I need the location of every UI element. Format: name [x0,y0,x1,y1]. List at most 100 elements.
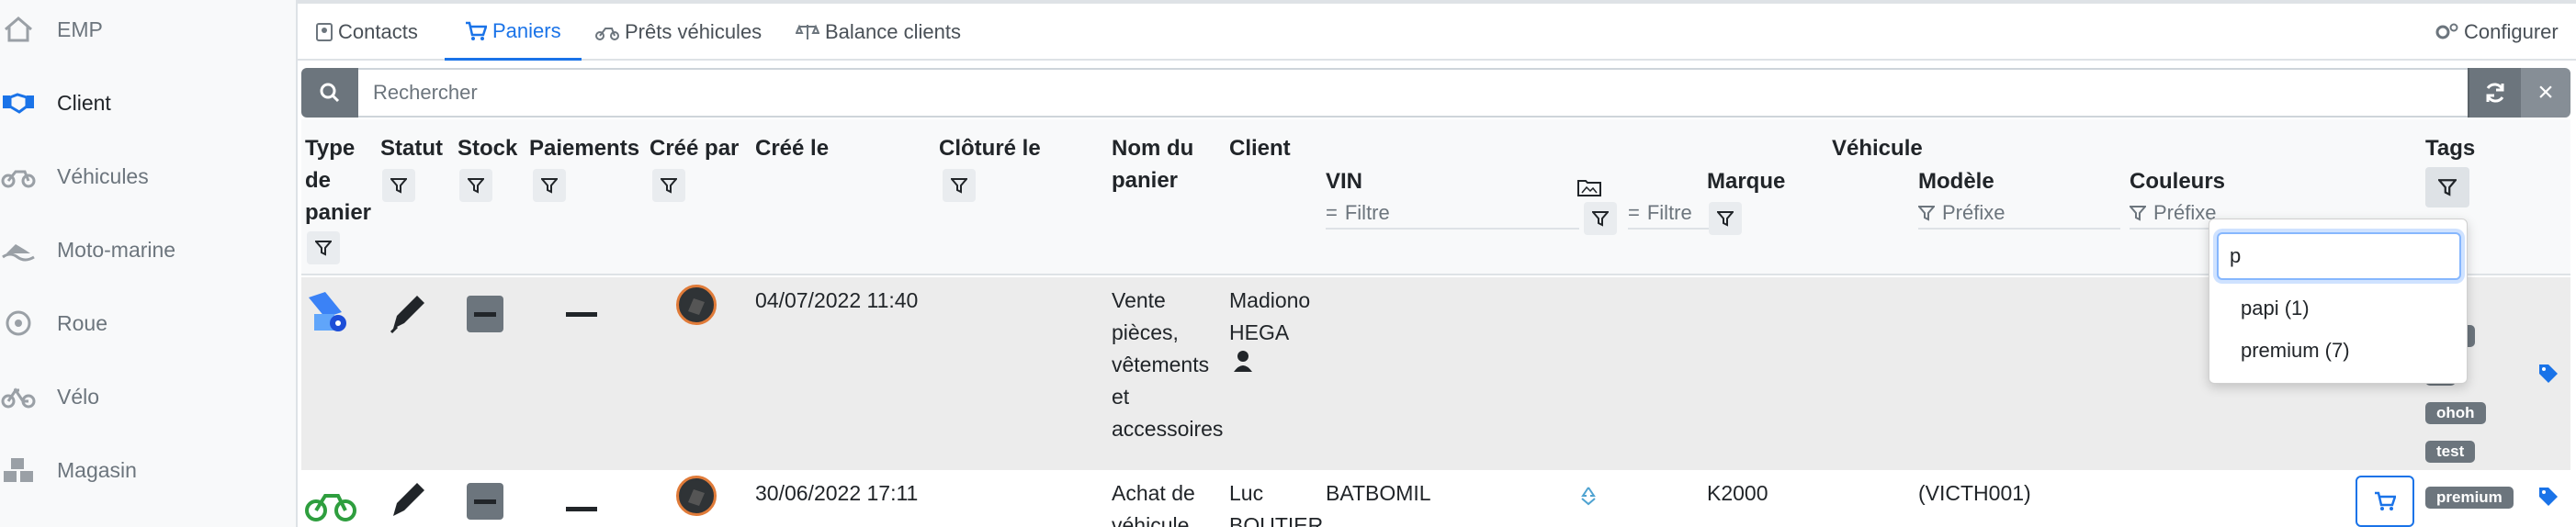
header-type-panier: Type de panier [305,136,372,225]
filter-cree-par-button[interactable] [652,169,685,202]
configure-label: Configurer [2464,20,2559,43]
tag-icon[interactable] [2537,362,2559,394]
refresh-button[interactable] [2468,68,2521,118]
filter-icon [468,178,484,194]
tab-prets-vehicules[interactable]: Prêts véhicules [595,4,762,61]
sidebar-item-velo[interactable]: Vélo [0,378,99,415]
tag-filter-dropdown: papi (1) premium (7) [2209,219,2468,384]
sidebar-item-magasin[interactable]: Magasin [0,452,137,488]
wheel-icon [0,305,37,342]
sidebar-item-roue[interactable]: Roue [0,305,107,342]
avatar[interactable] [676,476,717,516]
marque-value: K2000 [1707,481,1768,505]
search-icon [320,83,340,103]
modele-value: (VICTH001) [1918,481,2031,505]
vin-filter-input[interactable]: = Filtre [1326,198,1579,230]
clear-search-button[interactable]: × [2521,68,2570,118]
filter-statut-button[interactable] [382,169,415,202]
add-to-cart-button[interactable] [2356,476,2414,527]
sidebar-item-label: Client [57,90,111,115]
header-vehicule: Véhicule [1832,136,1923,161]
tag-filter-input[interactable] [2217,232,2461,280]
tag-badge[interactable]: test [2425,441,2476,463]
filter-icon [390,178,407,194]
tab-bar: Contacts Paniers Prêts véhicules Balance… [298,4,2576,61]
tag-badge[interactable]: ohoh [2425,402,2486,424]
equals-icon: = [1326,201,1338,224]
header-marque: Marque [1707,169,1786,194]
filter-icon [661,178,677,194]
motorcycle-icon [595,28,619,40]
client-name[interactable]: Luc BOUTIER [1229,477,1323,527]
header-cree-le: Créé le [755,136,830,161]
edit-status-button[interactable] [388,290,428,343]
client-name[interactable]: Madiono HEGA [1229,285,1310,381]
tag-option[interactable]: papi (1) [2241,297,2310,320]
sidebar-item-moto-marine[interactable]: Moto-marine [0,231,175,268]
filter-icon [1717,211,1734,227]
pencil-icon [390,296,424,334]
header-statut: Statut [380,136,443,161]
sidebar: EMP Client Véhicules Moto-marine Roue Vé… [0,0,298,527]
folder-image-icon[interactable] [1573,171,1606,204]
header-cree-par: Créé par [650,136,740,161]
user-icon [1234,351,1252,372]
search-button[interactable] [301,68,358,118]
gears-icon [2435,23,2458,39]
table-row[interactable]: 30/06/2022 17:11 Achat de véhicule Luc B… [301,470,2570,527]
filter-icon [951,178,967,194]
tab-label: Contacts [338,20,418,43]
header-paiements: Paiements [529,136,640,161]
filter-cloture-le-button[interactable] [943,169,976,202]
tag-badge[interactable]: premium [2425,487,2514,509]
cart-icon [466,21,487,40]
filter-icon [541,178,558,194]
payment-status-dash [566,312,597,317]
equals-icon: = [1628,201,1640,224]
filter-icon [1592,211,1609,227]
filter-marque-button[interactable] [1709,202,1742,235]
motorcycle-icon [0,158,37,195]
search-input[interactable] [358,68,2468,118]
search-bar: × [301,68,2570,118]
modele-filter-input[interactable]: Préfixe [1918,198,2120,230]
handshake-icon [0,84,37,121]
sidebar-item-label: Moto-marine [57,237,176,262]
configure-button[interactable]: Configurer [2435,4,2559,61]
filter-vin-button[interactable] [1584,202,1617,235]
home-icon [0,11,37,48]
balance-scale-icon [796,24,819,39]
tab-balance-clients[interactable]: Balance clients [796,4,961,61]
filter-icon [2130,206,2146,221]
header-modele: Modèle [1918,169,1994,194]
header-client: Client [1229,136,1291,161]
header-vin: VIN [1326,169,1363,194]
motorcycle-icon [305,485,356,527]
avatar[interactable] [676,285,717,325]
sidebar-item-vehicules[interactable]: Véhicules [0,158,149,195]
tag-icon[interactable] [2537,485,2559,517]
filter-paiements-button[interactable] [533,169,566,202]
edit-status-button[interactable] [388,477,428,527]
created-date: 04/07/2022 11:40 [755,288,919,312]
header-tags: Tags [2425,136,2476,161]
cart-type-icon [305,290,353,347]
vin-value: BATBOMIL [1326,481,1431,505]
tab-contacts[interactable]: Contacts [316,4,418,61]
sidebar-item-emp[interactable]: EMP [0,11,103,48]
filter-icon [315,241,332,256]
filter-type-panier-button[interactable] [307,231,340,264]
sidebar-item-client[interactable]: Client [0,84,111,121]
sidebar-item-label: Magasin [57,457,137,482]
cart-name: Vente pièces, vêtements et accessoires [1112,288,1224,441]
cart-icon [2375,491,2396,510]
tab-label: Balance clients [825,20,961,43]
stock-status-icon [467,296,503,332]
filter-stock-button[interactable] [459,169,492,202]
tag-option[interactable]: premium (7) [2241,339,2350,363]
stock-status-icon [467,483,503,520]
sidebar-item-label: Vélo [57,384,100,409]
tab-paniers[interactable]: Paniers [445,4,582,61]
header-stock: Stock [458,136,518,161]
filter-tags-button[interactable] [2425,167,2469,207]
